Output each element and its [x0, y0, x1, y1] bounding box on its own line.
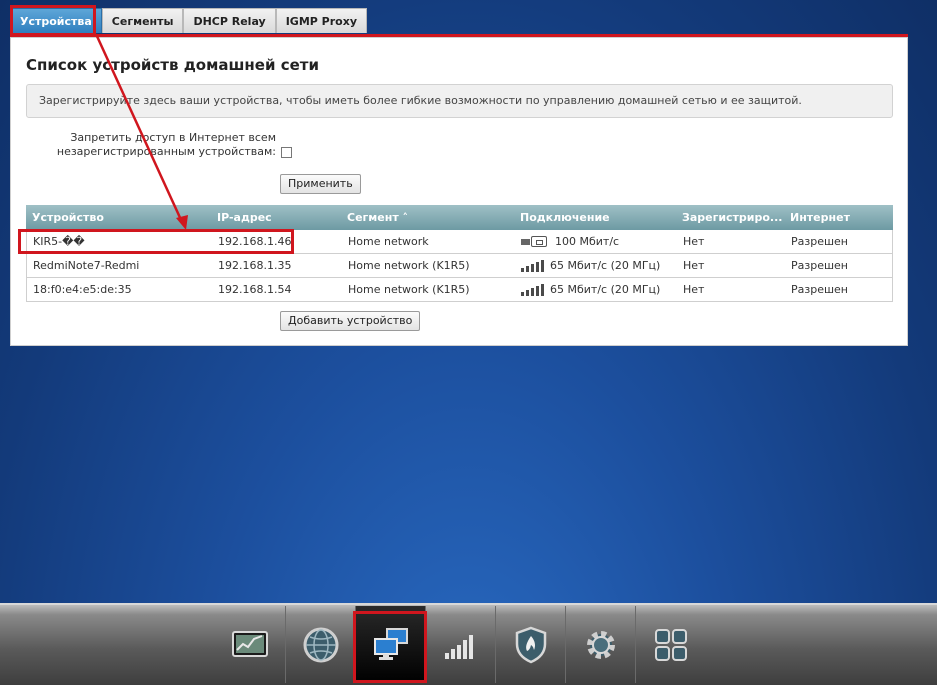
globe-icon	[303, 627, 338, 662]
device-segment: Home network (K1R5)	[348, 259, 470, 272]
device-name: RedmiNote7-Redmi	[33, 259, 140, 272]
device-connection: 65 Мбит/с (20 МГц)	[521, 278, 671, 301]
table-header: Устройство IP-адрес Сегмент ˄ Подключени…	[26, 205, 893, 230]
highlight-box-tab	[10, 5, 96, 36]
wifi-bars-icon	[521, 283, 544, 296]
tab-igmp-proxy[interactable]: IGMP Proxy	[275, 8, 367, 33]
device-ip: 192.168.1.54	[218, 283, 292, 296]
device-name: 18:f0:e4:e5:de:35	[33, 283, 132, 296]
wifi-bars-icon	[521, 259, 544, 272]
shield-fire-icon	[515, 626, 546, 663]
device-internet: Разрешен	[791, 235, 848, 248]
apply-button[interactable]: Применить	[280, 174, 361, 194]
highlight-box-row	[18, 229, 294, 254]
monitor-chart-icon	[232, 630, 268, 657]
col-connection[interactable]: Подключение	[520, 205, 670, 230]
highlight-box-nav	[353, 611, 427, 683]
page-title: Список устройств домашней сети	[26, 56, 319, 74]
device-connection: 100 Мбит/с	[521, 230, 671, 253]
device-internet: Разрешен	[791, 259, 848, 272]
nav-monitor[interactable]	[215, 606, 285, 683]
add-device-button[interactable]: Добавить устройство	[280, 311, 421, 331]
gear-icon	[586, 630, 615, 659]
device-registered: Нет	[683, 283, 705, 296]
col-registered[interactable]: Зарегистриро...	[682, 205, 782, 230]
device-segment: Home network (K1R5)	[348, 283, 470, 296]
nav-system[interactable]	[565, 606, 635, 683]
col-segment[interactable]: Сегмент ˄	[347, 205, 512, 230]
col-internet[interactable]: Интернет	[790, 205, 890, 230]
nav-security[interactable]	[495, 606, 565, 683]
device-registered: Нет	[683, 259, 705, 272]
col-device[interactable]: Устройство	[32, 205, 207, 230]
nav-wifi[interactable]	[425, 606, 495, 683]
deny-access-checkbox[interactable]	[281, 147, 292, 158]
col-ip[interactable]: IP-адрес	[217, 205, 337, 230]
device-connection: 65 Мбит/с (20 МГц)	[521, 254, 671, 277]
device-registered: Нет	[683, 235, 705, 248]
device-ip: 192.168.1.35	[218, 259, 292, 272]
device-internet: Разрешен	[791, 283, 848, 296]
info-box: Зарегистрируйте здесь ваши устройства, ч…	[26, 84, 893, 118]
ethernet-icon	[521, 236, 549, 247]
bottom-nav	[215, 606, 705, 683]
nav-apps[interactable]	[635, 606, 705, 683]
apps-grid-icon	[654, 628, 687, 661]
tab-dhcp-relay[interactable]: DHCP Relay	[183, 8, 276, 33]
table-row[interactable]: 18:f0:e4:e5:de:35 192.168.1.54 Home netw…	[26, 278, 893, 302]
table-row[interactable]: RedmiNote7-Redmi 192.168.1.35 Home netwo…	[26, 254, 893, 278]
devices-panel: Список устройств домашней сети Зарегистр…	[10, 37, 908, 346]
tab-segments[interactable]: Сегменты	[101, 8, 184, 33]
nav-internet[interactable]	[285, 606, 355, 683]
device-segment: Home network	[348, 235, 429, 248]
signal-bars-icon	[444, 634, 473, 659]
deny-access-label: Запретить доступ в Интернет всем незарег…	[56, 131, 276, 158]
